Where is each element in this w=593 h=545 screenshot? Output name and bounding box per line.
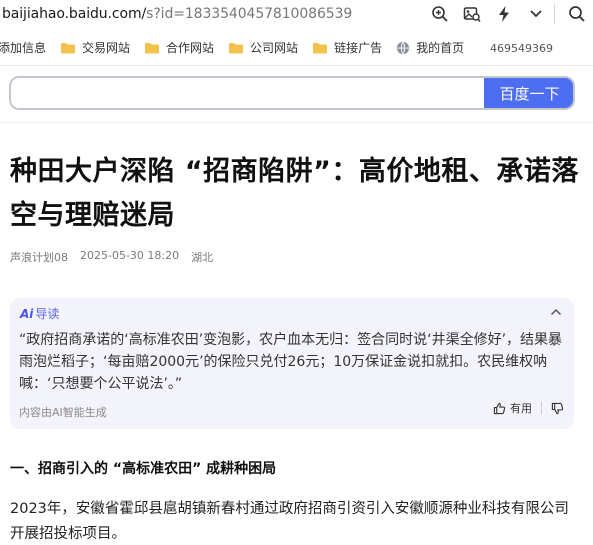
bookmark-item-links[interactable]: 链接广告 — [312, 39, 382, 56]
url-path: s?id=1833540457810086539 — [146, 6, 353, 22]
lightning-icon[interactable] — [488, 0, 520, 28]
ai-feedback: 有用 — [493, 400, 564, 416]
useful-label: 有用 — [510, 402, 532, 415]
chevron-up-icon[interactable] — [548, 304, 564, 320]
bookmark-label: 链接广告 — [334, 41, 383, 55]
thumbs-down-icon — [551, 402, 564, 414]
folder-icon — [229, 42, 244, 53]
thumbs-up-icon — [493, 402, 506, 414]
url-host: baijiahao.baidu.com/ — [2, 6, 147, 22]
publish-datetime: 2025-05-30 18:20 — [80, 249, 180, 262]
section-heading: 一、招商引入的 “高标准农田” 成耕种困局 — [10, 461, 277, 477]
bookmark-item-trading[interactable]: 交易网站 — [60, 39, 130, 56]
publish-location: 湖北 — [191, 251, 214, 264]
folder-icon — [61, 42, 76, 53]
bookmark-label: 合作网站 — [166, 41, 215, 55]
address-bar[interactable]: baijiahao.baidu.com/s?id=183354045781008… — [0, 0, 593, 28]
bookmark-item-partner[interactable]: 合作网站 — [144, 39, 214, 56]
ai-summary-card: Ai 导读 “政府招商承诺的‘高标准农田’变泡影，农户血本无归：签合同时说‘井渠… — [10, 298, 574, 429]
chevron-down-icon[interactable] — [520, 0, 552, 28]
search-input[interactable] — [11, 78, 484, 108]
bookmark-label: 我的首页 — [416, 41, 465, 55]
globe-icon — [396, 41, 410, 54]
bookmark-label: 交易网站 — [82, 41, 131, 55]
folder-icon — [145, 42, 160, 53]
bookmark-number: 469549369 — [490, 42, 553, 55]
bookmark-item-company[interactable]: 公司网站 — [228, 39, 298, 56]
header-divider — [0, 122, 593, 123]
ai-icon: Ai — [20, 306, 34, 321]
baidu-search-button[interactable]: 百度一下 — [484, 78, 573, 108]
article-title: 种田大户深陷 “招商陷阱”：高价地租、承诺落空与理赔迷局 — [10, 156, 579, 231]
bookmark-item-homepage[interactable]: 我的首页 — [396, 39, 464, 56]
article-meta: 声浪计划08 2025-05-30 18:20 湖北 — [10, 249, 213, 265]
search-icon[interactable] — [561, 0, 593, 28]
useful-button[interactable]: 有用 — [493, 400, 532, 416]
toolbar-divider — [554, 4, 555, 24]
bookmark-label: 公司网站 — [250, 41, 299, 55]
baidu-search-area: 百度一下 — [0, 66, 593, 122]
ai-summary-label: 导读 — [35, 307, 60, 321]
article-paragraph: 2023年，安徽省霍邱县扈胡镇新春村通过政府招商引资引入安徽顺源种业科技有限公司… — [10, 501, 569, 542]
ai-disclaimer: 内容由AI智能生成 — [19, 406, 107, 419]
search-box: 百度一下 — [9, 76, 575, 110]
feedback-divider — [541, 402, 542, 414]
not-useful-button[interactable] — [551, 402, 564, 415]
url-text[interactable]: baijiahao.baidu.com/s?id=183354045781008… — [2, 6, 352, 22]
bookmarks-bar: 添加信息 交易网站 合作网站 公司网站 链接广告 我的首页 469549369 — [0, 30, 593, 66]
ai-summary-header: Ai 导读 — [20, 305, 59, 322]
zoom-icon[interactable] — [424, 0, 456, 28]
folder-icon — [313, 42, 328, 53]
ai-summary-text: “政府招商承诺的‘高标准农田’变泡影，农户血本无归：签合同时说‘井渠全修好’，结… — [19, 332, 563, 392]
image-search-icon[interactable] — [456, 0, 488, 28]
bookmark-item-add-info[interactable]: 添加信息 — [0, 39, 46, 56]
address-bar-actions — [424, 0, 593, 28]
author-name[interactable]: 声浪计划08 — [10, 249, 68, 265]
